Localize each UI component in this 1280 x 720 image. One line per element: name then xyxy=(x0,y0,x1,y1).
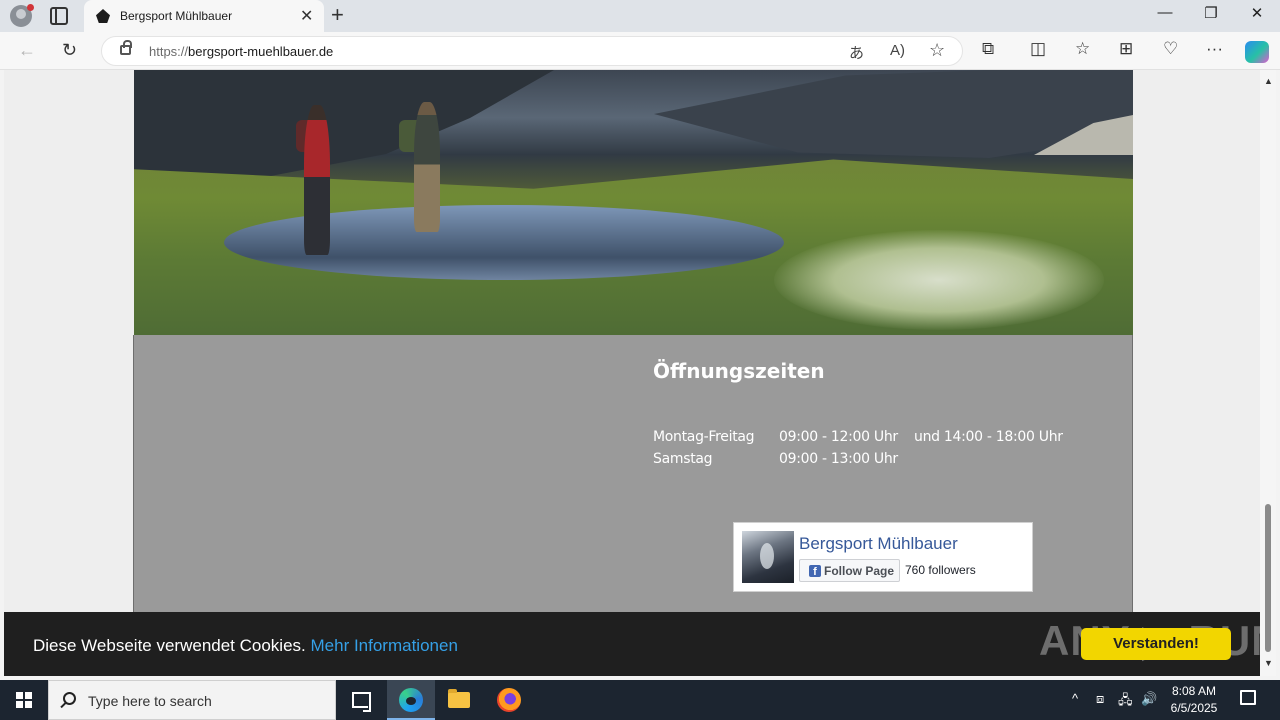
hero-image xyxy=(134,70,1133,335)
close-window-icon[interactable]: ✕ xyxy=(1234,4,1280,22)
follow-page-button[interactable]: f Follow Page xyxy=(799,559,900,582)
translate-icon[interactable]: あ xyxy=(849,42,864,63)
task-view-button[interactable] xyxy=(336,680,384,720)
clock-date[interactable]: 6/5/2025 xyxy=(1168,701,1220,715)
scroll-down-icon[interactable]: ▼ xyxy=(1264,658,1273,668)
read-aloud-icon[interactable]: A) xyxy=(890,42,905,59)
firefox-icon xyxy=(497,688,521,712)
hours-section: Öffnungszeiten Montag-Freitag 09:00 - 12… xyxy=(133,335,1133,625)
notification-dot xyxy=(27,4,34,11)
page-viewport: Öffnungszeiten Montag-Freitag 09:00 - 12… xyxy=(4,70,1260,676)
flower-field xyxy=(774,230,1104,330)
cookie-message: Diese Webseite verwendet Cookies. Mehr I… xyxy=(33,636,458,656)
notifications-icon[interactable] xyxy=(1240,690,1256,705)
hiker-green-jacket xyxy=(414,102,440,232)
taskbar-edge[interactable] xyxy=(387,680,435,720)
hours-afternoon: und 14:00 - 18:00 Uhr xyxy=(914,429,1063,445)
hours-day: Samstag xyxy=(653,451,713,467)
tab-title: Bergsport Mühlbauer xyxy=(120,9,233,23)
hours-morning: 09:00 - 12:00 Uhr xyxy=(779,429,898,445)
windows-taskbar: Type here to search ^ ⧈ 🖧 🔊 8:08 AM 6/5/… xyxy=(0,680,1280,720)
meet-now-icon[interactable]: ⧈ xyxy=(1096,691,1104,707)
reload-icon[interactable]: ↻ xyxy=(62,40,77,61)
more-icon[interactable]: ··· xyxy=(1206,39,1223,59)
edge-icon xyxy=(399,688,423,712)
search-placeholder: Type here to search xyxy=(88,693,212,709)
cookie-banner: Diese Webseite verwendet Cookies. Mehr I… xyxy=(4,612,1260,676)
address-bar[interactable]: https://bergsport-muehlbauer.de あ A) ☆ xyxy=(101,36,963,66)
cookie-text: Diese Webseite verwendet Cookies. xyxy=(33,636,306,655)
url-scheme: https:// xyxy=(149,44,189,59)
puzzle-icon[interactable]: ⧉ xyxy=(982,39,994,59)
facebook-logo-icon: f xyxy=(809,565,821,578)
restore-icon[interactable]: ❐ xyxy=(1188,4,1234,22)
url-text[interactable]: https://bergsport-muehlbauer.de xyxy=(149,44,333,59)
collections-icon[interactable]: ⊞ xyxy=(1119,39,1133,59)
back-arrow-icon[interactable]: ← xyxy=(18,40,36,61)
folder-icon xyxy=(448,689,470,708)
vertical-scrollbar[interactable]: ▲ ▼ xyxy=(1260,70,1276,676)
facebook-page-thumbnail[interactable] xyxy=(742,531,794,583)
follow-page-label: Follow Page xyxy=(824,564,895,578)
tab-actions-icon[interactable] xyxy=(50,7,68,25)
followers-count: 760 followers xyxy=(905,563,976,577)
cookie-more-info-link[interactable]: Mehr Informationen xyxy=(311,636,458,655)
taskbar-file-explorer[interactable] xyxy=(435,680,483,720)
hours-title: Öffnungszeiten xyxy=(653,359,825,383)
new-tab-icon[interactable]: + xyxy=(331,2,344,28)
toolbar: ← ↻ https://bergsport-muehlbauer.de あ A)… xyxy=(0,32,1280,70)
task-view-icon xyxy=(352,692,371,712)
favorites-icon[interactable]: ☆ xyxy=(1075,39,1090,59)
minimize-icon[interactable]: — xyxy=(1142,4,1188,21)
mountain-left xyxy=(134,70,554,190)
lock-icon[interactable] xyxy=(120,40,132,55)
search-icon xyxy=(63,692,76,705)
hours-day: Montag-Freitag xyxy=(653,429,755,445)
facebook-page-name-link[interactable]: Bergsport Mühlbauer xyxy=(799,534,958,554)
hiker-red-jacket xyxy=(304,105,330,255)
taskbar-search-box[interactable]: Type here to search xyxy=(48,680,336,720)
clock-time[interactable]: 8:08 AM xyxy=(1168,684,1220,698)
hours-morning: 09:00 - 13:00 Uhr xyxy=(779,451,898,467)
tab-close-icon[interactable]: ✕ xyxy=(300,6,313,26)
url-host: bergsport-muehlbauer.de xyxy=(188,44,334,59)
network-icon[interactable]: 🖧 xyxy=(1118,691,1133,713)
heart-pulse-icon[interactable]: ♡ xyxy=(1163,39,1178,59)
site-favicon-icon xyxy=(96,9,110,23)
scroll-thumb[interactable] xyxy=(1265,504,1271,652)
tab-bergsport[interactable]: Bergsport Mühlbauer ✕ xyxy=(84,0,324,32)
tab-strip: Bergsport Mühlbauer ✕ + — ❐ ✕ xyxy=(0,0,1280,32)
copilot-icon[interactable] xyxy=(1245,41,1269,63)
facebook-page-widget[interactable]: Bergsport Mühlbauer f Follow Page 760 fo… xyxy=(733,522,1033,592)
star-icon[interactable]: ☆ xyxy=(929,40,945,61)
scroll-up-icon[interactable]: ▲ xyxy=(1264,76,1273,86)
start-button[interactable] xyxy=(0,680,48,720)
taskbar-firefox[interactable] xyxy=(485,680,533,720)
cookie-accept-button[interactable]: Verstanden! xyxy=(1081,628,1231,660)
split-screen-icon[interactable]: ◫ xyxy=(1030,39,1046,59)
windows-logo-icon xyxy=(16,692,32,708)
tray-chevron-icon[interactable]: ^ xyxy=(1072,691,1078,706)
volume-icon[interactable]: 🔊 xyxy=(1141,691,1157,707)
